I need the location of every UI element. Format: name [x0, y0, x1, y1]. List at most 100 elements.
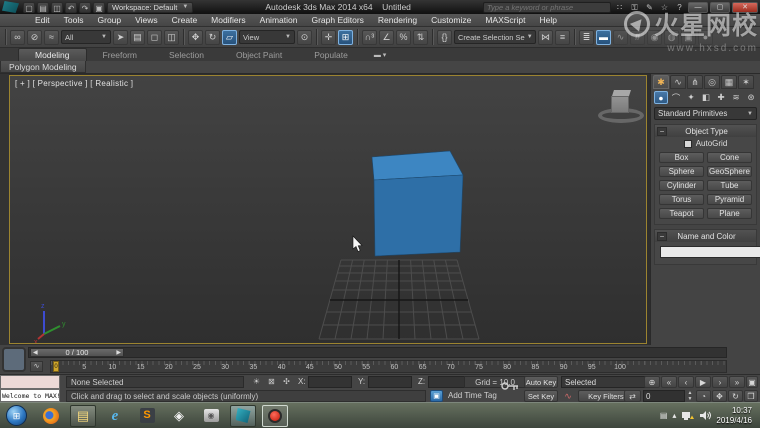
align-icon[interactable]: ≡ — [555, 30, 570, 45]
autogrid-checkbox[interactable] — [684, 140, 692, 148]
object-type-plane[interactable]: Plane — [707, 208, 752, 219]
name-and-color-header[interactable]: − Name and Color — [655, 230, 756, 242]
reference-coordinate-dropdown[interactable]: View▼ — [239, 30, 295, 44]
ribbon-tab-freeform[interactable]: Freeform — [87, 49, 153, 61]
input-method-icon[interactable]: ▤ — [660, 411, 668, 420]
taskbar-clock[interactable]: 10:37 2019/4/16 — [716, 406, 756, 426]
menu-maxscript[interactable]: MAXScript — [478, 15, 532, 25]
perspective-viewport[interactable]: z y x [ + ] [ Perspective ] [ Realistic … — [9, 75, 647, 344]
object-type-header[interactable]: − Object Type — [655, 125, 756, 137]
object-type-cone[interactable]: Cone — [707, 152, 752, 163]
taskbar-explorer[interactable]: ▤ — [70, 405, 96, 427]
volume-icon[interactable] — [699, 410, 711, 421]
menu-rendering[interactable]: Rendering — [371, 15, 424, 25]
project-folder-icon[interactable]: ▣ — [93, 2, 105, 13]
polygon-modeling-panel[interactable]: Polygon Modeling — [0, 61, 86, 73]
taskbar-record-tool[interactable] — [262, 405, 288, 427]
help-icon[interactable]: ? — [673, 2, 686, 13]
taskbar-unity[interactable]: ◈ — [166, 405, 192, 427]
maxscript-mini-listener-output[interactable]: Welcome to MAX! — [0, 389, 60, 402]
play-button[interactable]: ▶ — [695, 376, 711, 388]
category-lights[interactable]: ✦ — [684, 91, 698, 104]
viewcube[interactable] — [596, 88, 647, 128]
set-key-button[interactable]: Set Key — [524, 390, 558, 402]
menu-graph-editors[interactable]: Graph Editors — [304, 15, 370, 25]
object-type-pyramid[interactable]: Pyramid — [707, 194, 752, 205]
zoom-extents-icon[interactable]: ▣ — [746, 376, 758, 388]
current-frame-field[interactable] — [643, 390, 685, 402]
keyboard-shortcut-override-icon[interactable]: ⊞ — [338, 30, 353, 45]
curve-editor-icon[interactable]: ∿ — [613, 30, 628, 45]
selection-filter-dropdown[interactable]: All▼ — [61, 30, 111, 44]
rendered-frame-window-icon[interactable]: ▣ — [681, 30, 696, 45]
box-object-front-face[interactable] — [374, 175, 463, 256]
create-key-icon[interactable]: ⊕ — [644, 376, 660, 388]
ribbon-minimize-icon[interactable]: ▬ ▾ — [374, 51, 386, 61]
next-frame-arrow-icon[interactable]: ▶ — [116, 349, 121, 356]
select-and-move-icon[interactable]: ✥ — [188, 30, 203, 45]
frame-spinner[interactable]: ▲▼ — [686, 390, 694, 402]
subscription-icon[interactable]: ⚿ — [628, 2, 641, 13]
category-geometry[interactable]: ● — [654, 91, 668, 104]
collapse-icon[interactable]: − — [657, 232, 667, 241]
open-file-icon[interactable]: ▤ — [37, 2, 49, 13]
spinner-snap-icon[interactable]: ⇅ — [413, 30, 428, 45]
minimize-button[interactable]: — — [688, 2, 708, 13]
application-menu-icon[interactable] — [2, 1, 19, 13]
snap-toggle-3d-icon[interactable]: ∩³ — [362, 30, 377, 45]
collapse-icon[interactable]: − — [657, 127, 667, 136]
material-editor-icon[interactable]: ◉ — [647, 30, 662, 45]
isolate-selection-icon[interactable]: ☀ — [250, 376, 263, 388]
angle-snap-icon[interactable]: ∠ — [379, 30, 394, 45]
set-key-mode-icon[interactable] — [500, 380, 520, 392]
viewport-layout-tab[interactable] — [2, 347, 26, 372]
edit-named-selection-sets-icon[interactable]: {} — [437, 30, 452, 45]
menu-create[interactable]: Create — [165, 15, 205, 25]
graphite-ribbon-toggle-icon[interactable]: ▬ — [596, 30, 611, 45]
track-bar-ruler[interactable]: 0 51015202530354045505560657075808590951… — [50, 360, 727, 373]
render-setup-icon[interactable]: ◍ — [664, 30, 679, 45]
ribbon-tab-selection[interactable]: Selection — [153, 49, 220, 61]
maxscript-mini-listener-input[interactable] — [0, 375, 60, 389]
next-frame-button[interactable]: › — [712, 376, 728, 388]
default-in-out-tangents-icon[interactable]: ∿ — [561, 390, 575, 402]
menu-animation[interactable]: Animation — [253, 15, 305, 25]
selection-set-dropdown[interactable]: Selected ▼ — [561, 376, 657, 388]
time-configuration-icon[interactable]: ◔ — [696, 390, 711, 402]
workspace-dropdown[interactable]: Workspace: Default ▼ — [107, 2, 193, 13]
selection-lock-icon[interactable]: ⊠ — [265, 376, 278, 388]
menu-views[interactable]: Views — [128, 15, 165, 25]
viewport-label[interactable]: [ + ] [ Perspective ] [ Realistic ] — [15, 79, 133, 88]
tab-hierarchy[interactable]: ⋔ — [687, 75, 703, 89]
taskbar-internet-explorer[interactable]: e — [102, 405, 128, 427]
object-type-tube[interactable]: Tube — [707, 180, 752, 191]
object-name-input[interactable] — [660, 246, 760, 258]
undo-icon[interactable]: ↶ — [65, 2, 77, 13]
taskbar-sublime[interactable]: S — [134, 405, 160, 427]
menu-tools[interactable]: Tools — [57, 15, 91, 25]
search-input[interactable] — [483, 2, 611, 13]
feedback-icon[interactable]: ✎ — [643, 2, 656, 13]
x-coord-field[interactable] — [308, 376, 352, 388]
select-object-icon[interactable]: ➤ — [113, 30, 128, 45]
percent-snap-icon[interactable]: % — [396, 30, 411, 45]
schematic-view-icon[interactable]: # — [630, 30, 645, 45]
window-crossing-icon[interactable]: ◫ — [164, 30, 179, 45]
time-slider-track[interactable]: ◀ 0 / 100 ▶ — [28, 347, 727, 358]
ribbon-tab-populate[interactable]: Populate — [298, 49, 364, 61]
mirror-icon[interactable]: ⋈ — [538, 30, 553, 45]
go-to-start-button[interactable]: « — [661, 376, 677, 388]
object-type-torus[interactable]: Torus — [659, 194, 704, 205]
tab-utilities[interactable]: ✶ — [738, 75, 754, 89]
select-and-link-icon[interactable]: ∞ — [10, 30, 25, 45]
taskbar-3ds-max[interactable] — [230, 405, 256, 427]
object-type-cylinder[interactable]: Cylinder — [659, 180, 704, 191]
menu-customize[interactable]: Customize — [424, 15, 478, 25]
tab-display[interactable]: ▦ — [721, 75, 737, 89]
absolute-mode-icon[interactable]: ✣ — [280, 376, 293, 388]
select-by-name-icon[interactable]: ▤ — [130, 30, 145, 45]
taskbar-recorder-app[interactable]: ◉ — [198, 405, 224, 427]
search-icon[interactable]: ∷ — [613, 2, 626, 13]
category-systems[interactable]: ⊛ — [744, 91, 758, 104]
communication-center-icon[interactable]: ▣ — [430, 390, 443, 402]
